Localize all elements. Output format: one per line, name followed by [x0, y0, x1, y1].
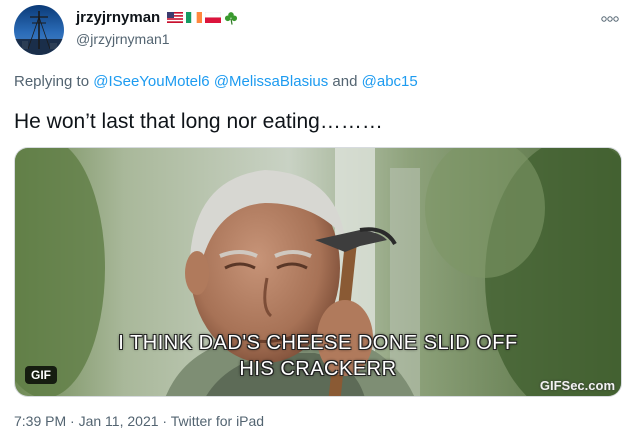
tweet-date[interactable]: Jan 11, 2021: [79, 413, 159, 429]
us-flag-icon: [167, 12, 184, 23]
gif-watermark: GIFSec.com: [539, 378, 615, 393]
replying-to-line: Replying to @ISeeYouMotel6 @MelissaBlasi…: [14, 73, 418, 90]
shamrock-icon: [225, 11, 238, 25]
tweet-meta: 7:39 PM · Jan 11, 2021 · Twitter for iPa…: [14, 413, 264, 429]
tweet-text: He won’t last that long nor eating………: [14, 110, 383, 133]
mention-link[interactable]: @MelissaBlasius: [214, 73, 328, 90]
meta-separator: ·: [158, 413, 171, 429]
mention-link[interactable]: @abc15: [362, 73, 418, 90]
mention-link[interactable]: @ISeeYouMotel6: [93, 73, 209, 90]
tweet-source[interactable]: Twitter for iPad: [171, 413, 264, 429]
tweet-gif-media[interactable]: I THINK DAD'S CHEESE DONE SLID OFF HIS C…: [14, 147, 622, 397]
tweet-time[interactable]: 7:39 PM: [14, 413, 66, 429]
ireland-flag-icon: [186, 12, 203, 23]
author-name-row[interactable]: jrzyjrnyman: [76, 9, 238, 26]
author-emoji-flags: [167, 11, 238, 25]
more-options-icon[interactable]: [600, 11, 620, 26]
meta-separator: ·: [66, 413, 79, 429]
author-display-name[interactable]: jrzyjrnyman: [76, 9, 160, 26]
replying-conjunction: and: [332, 73, 358, 90]
replying-to-label: Replying to: [14, 73, 90, 90]
gif-badge[interactable]: GIF: [25, 366, 57, 384]
avatar-image: [14, 11, 64, 55]
gif-caption-line-2: HIS CRACKERR: [239, 358, 397, 380]
gif-caption-line-1: I THINK DAD'S CHEESE DONE SLID OFF: [118, 332, 518, 354]
author-handle[interactable]: @jrzyjrnyman1: [76, 31, 170, 47]
avatar[interactable]: [14, 5, 64, 55]
poland-flag-icon: [205, 12, 222, 23]
